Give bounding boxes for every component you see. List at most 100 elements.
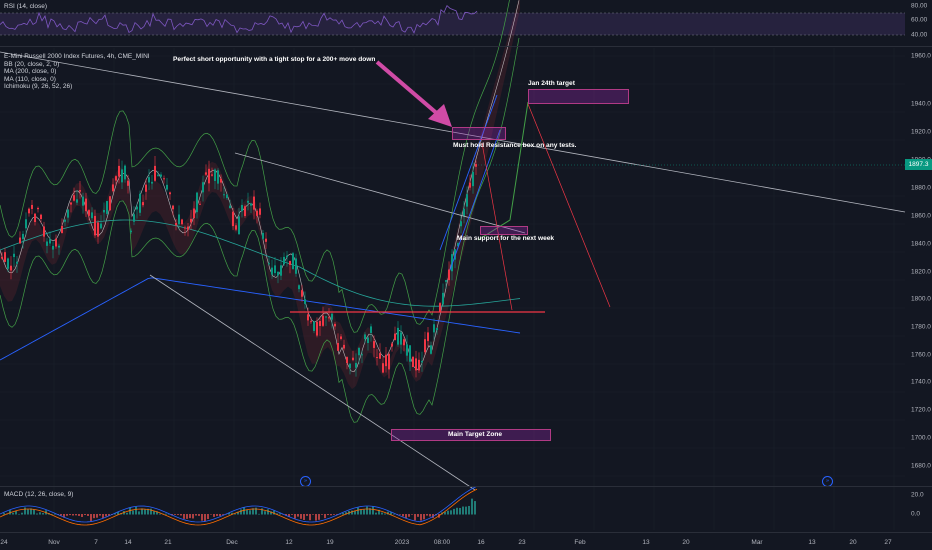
- macd-histogram-bar: [210, 514, 212, 515]
- candle-body: [97, 222, 99, 237]
- macd-histogram-bar: [423, 514, 425, 520]
- candle-body: [175, 223, 177, 226]
- annotation-target-zone[interactable]: Main Target Zone: [448, 431, 502, 438]
- candle-body: [67, 209, 69, 218]
- candle-body: [79, 190, 81, 192]
- candle-body: [43, 226, 45, 237]
- time-axis-label: 23: [518, 539, 526, 546]
- macd-histogram-bar: [183, 514, 185, 519]
- macd-histogram-bar: [201, 514, 203, 521]
- projection-path: [527, 103, 611, 308]
- macd-histogram-bar: [450, 510, 452, 515]
- macd-histogram-bar: [309, 514, 311, 521]
- price-axis-label: 1880.0: [911, 184, 931, 192]
- annotation-support[interactable]: Main support for the next week: [457, 235, 554, 242]
- price-axis-label: 1860.0: [911, 212, 931, 220]
- candle-body: [373, 341, 375, 348]
- candle-body: [370, 326, 372, 333]
- candle-body: [385, 354, 387, 367]
- macd-histogram-bar: [99, 514, 101, 516]
- macd-histogram-bar: [69, 514, 71, 516]
- pane-separator[interactable]: [0, 46, 932, 47]
- candle-body: [250, 203, 252, 206]
- candle-body: [259, 208, 261, 215]
- macd-histogram-bar: [72, 514, 74, 516]
- candle-body: [313, 321, 315, 331]
- candle-body: [307, 314, 309, 321]
- annotation-jan24[interactable]: Jan 24th target: [528, 80, 575, 87]
- macd-histogram-bar: [249, 510, 251, 515]
- support-box[interactable]: [480, 226, 528, 235]
- candle-body: [265, 238, 267, 242]
- legend-bb[interactable]: BB (20, close, 2, 0): [4, 61, 150, 69]
- rsi-legend: RSI (14, close): [4, 3, 47, 10]
- candle-body: [448, 269, 450, 281]
- macd-histogram-bar: [96, 514, 98, 518]
- macd-histogram-bar: [258, 513, 260, 515]
- candle-body: [130, 230, 132, 233]
- jan24-target-box[interactable]: [528, 89, 629, 104]
- macd-histogram-bar: [144, 509, 146, 515]
- annotation-short[interactable]: Perfect short opportunity with a tight s…: [173, 56, 375, 63]
- price-axis-label: 1760.0: [911, 351, 931, 359]
- resistance-box[interactable]: [452, 127, 506, 140]
- main-legend: E-Mini Russell 2000 Index Futures, 4h, C…: [4, 53, 150, 91]
- macd-histogram-bar: [75, 514, 77, 516]
- rsi-axis-80: 80.00: [911, 2, 928, 10]
- candle-body: [361, 354, 363, 356]
- macd-histogram-bar: [408, 514, 410, 517]
- candle-body: [139, 193, 141, 213]
- candle-body: [28, 208, 30, 214]
- candle-body: [151, 181, 153, 184]
- candle-body: [337, 342, 339, 351]
- candle-body: [163, 178, 165, 180]
- macd-histogram-bar: [159, 513, 161, 515]
- candle-body: [394, 333, 396, 341]
- macd-histogram-bar: [384, 513, 386, 515]
- macd-histogram-bar: [87, 514, 89, 516]
- time-axis-label: 14: [124, 539, 132, 546]
- macd-histogram-bar: [24, 507, 26, 515]
- macd-histogram-bar: [453, 508, 455, 515]
- macd-histogram-bar: [246, 509, 248, 515]
- candle-body: [340, 336, 342, 339]
- macd-histogram-bar: [135, 506, 137, 515]
- candle-body: [88, 210, 90, 216]
- candle-body: [190, 218, 192, 223]
- candle-body: [475, 164, 477, 167]
- candle-body: [421, 360, 423, 363]
- candle-body: [61, 225, 63, 233]
- macd-histogram-bar: [333, 514, 335, 515]
- candle-body: [400, 332, 402, 345]
- legend-symbol[interactable]: E-Mini Russell 2000 Index Futures, 4h, C…: [4, 53, 150, 61]
- candle-body: [424, 339, 426, 353]
- candle-body: [415, 358, 417, 371]
- macd-histogram-bar: [12, 512, 14, 515]
- annotation-resistance[interactable]: Must hold Resistance box on any tests.: [453, 142, 576, 149]
- candle-body: [13, 253, 15, 258]
- macd-histogram-bar: [363, 509, 365, 515]
- legend-ichimoku[interactable]: Ichimoku (9, 26, 52, 26): [4, 83, 150, 91]
- macd-histogram-bar: [447, 510, 449, 515]
- price-axis-label: 1700.0: [911, 434, 931, 442]
- candle-body: [109, 196, 111, 211]
- legend-ma200[interactable]: MA (200, close, 0): [4, 68, 150, 76]
- macd-histogram-bar: [81, 514, 83, 517]
- time-axis-label: Feb: [574, 539, 586, 546]
- macd-histogram-bar: [198, 514, 200, 516]
- macd-histogram-bar: [222, 514, 224, 515]
- candle-body: [19, 237, 21, 244]
- macd-histogram-bar: [189, 514, 191, 519]
- legend-ma110[interactable]: MA (110, close, 0): [4, 76, 150, 84]
- candle-body: [322, 315, 324, 326]
- candle-body: [460, 221, 462, 227]
- macd-histogram-bar: [219, 514, 221, 517]
- macd-histogram-bar: [429, 514, 431, 517]
- candle-body: [271, 267, 273, 275]
- candle-body: [319, 320, 321, 326]
- macd-histogram-bar: [27, 509, 29, 515]
- candle-body: [94, 215, 96, 236]
- macd-histogram-bar: [402, 514, 404, 517]
- candle-body: [298, 285, 300, 290]
- pane-separator[interactable]: [0, 486, 932, 487]
